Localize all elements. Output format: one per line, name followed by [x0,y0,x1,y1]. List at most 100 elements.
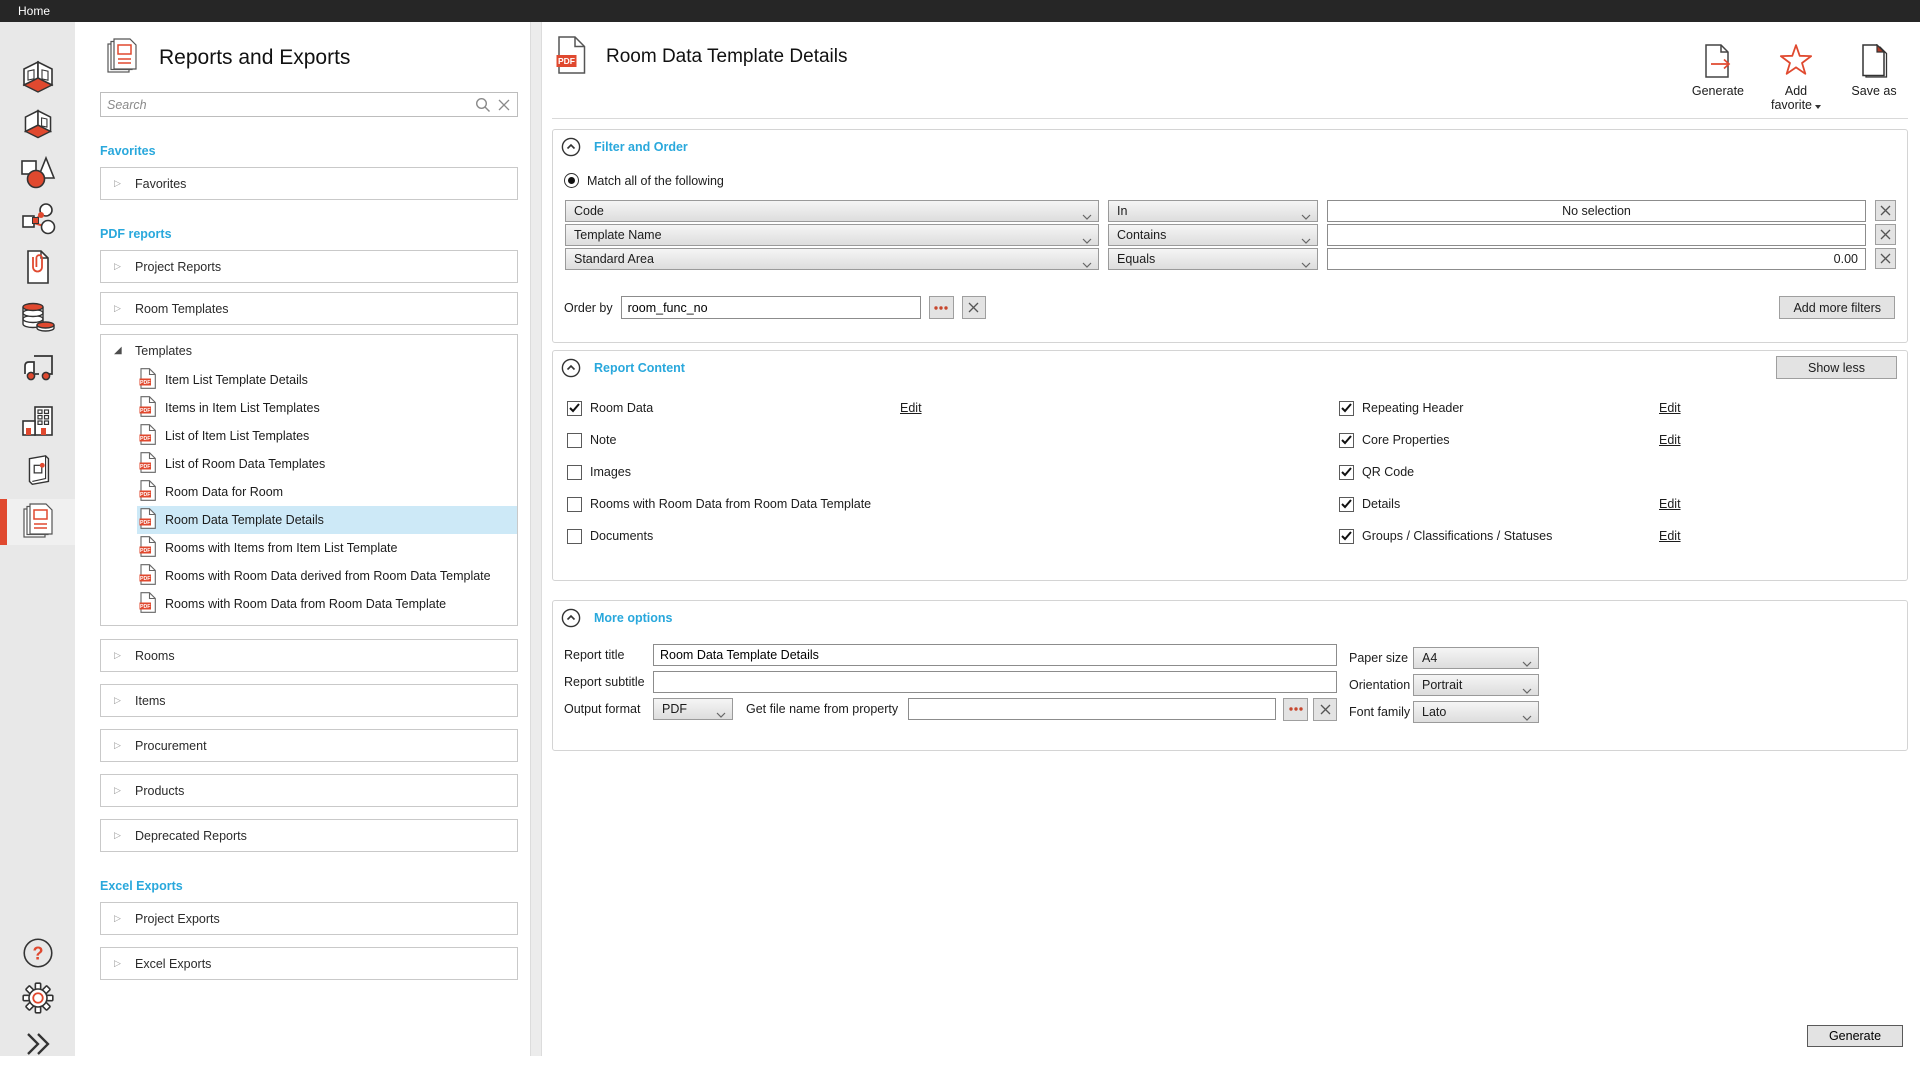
font-family-select[interactable]: Lato [1413,701,1539,723]
group-project-exports[interactable]: ▷ Project Exports [101,903,517,934]
checkbox[interactable] [567,433,582,448]
order-by-input[interactable] [621,296,921,319]
checkbox[interactable] [1339,529,1354,544]
filter-value-field[interactable]: 0.00 [1327,248,1866,270]
pdf-file-icon: PDF [139,564,156,588]
checkbox[interactable] [567,401,582,416]
sidebar-item-logistics[interactable] [0,347,75,393]
sidebar-splitter[interactable] [530,22,542,1056]
generate-toolbar-button[interactable]: Generate [1692,44,1744,113]
sidebar-item-classifications[interactable] [0,198,75,244]
chevron-down-icon [1082,209,1092,223]
filter-field-select[interactable]: Code [565,200,1099,222]
help-button[interactable]: ? [0,931,75,977]
group-products[interactable]: ▷ Products [101,775,517,806]
sidebar-item-rooms-3d[interactable] [0,57,75,103]
file-name-property-input[interactable] [908,698,1276,720]
group-rooms[interactable]: ▷ Rooms [101,640,517,671]
search-icon[interactable] [475,97,491,113]
checkbox[interactable] [1339,497,1354,512]
filter-operator-select[interactable]: Equals [1108,248,1318,270]
svg-text:PDF: PDF [140,492,150,498]
match-all-radio[interactable] [564,173,579,188]
remove-filter-button[interactable] [1875,200,1896,221]
checkbox[interactable] [567,529,582,544]
home-menu[interactable]: Home [18,4,50,18]
group-favorites[interactable]: ▷ Favorites [101,168,517,199]
show-less-button[interactable]: Show less [1776,356,1897,379]
filter-field-select[interactable]: Template Name [565,224,1099,246]
report-title-input[interactable] [653,644,1337,666]
save-as-button[interactable]: Save as [1848,44,1900,113]
generate-button[interactable]: Generate [1807,1025,1903,1047]
tree-item[interactable]: PDFList of Item List Templates [137,422,517,450]
filter-operator-select[interactable]: In [1108,200,1318,222]
sidebar-item-products[interactable] [0,151,75,197]
checkbox[interactable] [1339,465,1354,480]
orientation-select[interactable]: Portrait [1413,674,1539,696]
collapse-section-icon[interactable] [561,608,581,628]
left-icon-rail: ? [0,22,75,1056]
clear-search-icon[interactable] [497,98,511,112]
sidebar-item-room-design[interactable] [0,104,75,150]
tree-item[interactable]: PDFRooms with Room Data derived from Roo… [137,562,517,590]
report-subtitle-input[interactable] [653,671,1337,693]
tree-item[interactable]: PDFRooms with Room Data from Room Data T… [137,590,517,618]
shapes-icon [19,154,57,195]
edit-link[interactable]: Edit [1659,433,1681,447]
edit-link[interactable]: Edit [1659,401,1681,415]
clear-order-by-button[interactable] [962,296,986,319]
checkbox[interactable] [567,465,582,480]
group-room-templates[interactable]: ▷ Room Templates [101,293,517,324]
add-more-filters-button[interactable]: Add more filters [1779,296,1895,319]
browse-property-button[interactable] [1283,698,1308,721]
orientation-label: Orientation [1349,678,1413,692]
sidebar-item-attachments[interactable] [0,245,75,291]
svg-text:PDF: PDF [140,436,150,442]
browse-property-button[interactable] [929,296,954,319]
tree-item[interactable]: PDFList of Room Data Templates [137,450,517,478]
collapse-rail-button[interactable] [0,1022,75,1068]
filter-operator-select[interactable]: Contains [1108,224,1318,246]
sidebar-item-data[interactable] [0,295,75,341]
tree-item[interactable]: PDFRoom Data for Room [137,478,517,506]
add-favorite-button[interactable]: Addfavorite [1770,44,1822,113]
remove-filter-button[interactable] [1875,248,1896,269]
search-input[interactable] [107,98,469,112]
group-excel-exports[interactable]: ▷ Excel Exports [101,948,517,979]
group-project-reports[interactable]: ▷ Project Reports [101,251,517,282]
checkbox[interactable] [1339,433,1354,448]
report-title-heading: Room Data Template Details [606,46,847,68]
filter-field-select[interactable]: Standard Area [565,248,1099,270]
settings-button[interactable] [0,976,75,1022]
edit-link[interactable]: Edit [1659,529,1681,543]
tree-item-selected[interactable]: PDFRoom Data Template Details [137,506,517,534]
tree-item[interactable]: PDFItem List Template Details [137,366,517,394]
group-items[interactable]: ▷ Items [101,685,517,716]
report-header: PDF Room Data Template Details Generate … [552,22,1908,119]
group-templates[interactable]: ◢ Templates [101,335,517,366]
sidebar-item-company[interactable] [0,399,75,445]
sidebar-item-catalog[interactable] [0,449,75,495]
edit-link[interactable]: Edit [1659,497,1681,511]
remove-filter-button[interactable] [1875,224,1896,245]
collapsed-arrow-icon: ▷ [114,740,124,751]
collapse-section-icon[interactable] [561,358,581,378]
collapsed-arrow-icon: ▷ [114,261,124,272]
clear-property-button[interactable] [1313,698,1337,721]
collapse-section-icon[interactable] [561,137,581,157]
tree-item[interactable]: PDFRooms with Items from Item List Templ… [137,534,517,562]
tree-item[interactable]: PDFItems in Item List Templates [137,394,517,422]
filter-value-field[interactable] [1327,224,1866,246]
output-format-select[interactable]: PDF [653,698,733,720]
group-procurement[interactable]: ▷ Procurement [101,730,517,761]
paper-size-select[interactable]: A4 [1413,647,1539,669]
group-deprecated-reports[interactable]: ▷ Deprecated Reports [101,820,517,851]
sidebar-item-reports[interactable] [0,499,75,545]
checkbox[interactable] [1339,401,1354,416]
filter-value-field[interactable]: No selection [1327,200,1866,222]
chevron-down-icon [1522,710,1532,724]
edit-link[interactable]: Edit [900,401,922,415]
checkbox[interactable] [567,497,582,512]
section-label-favorites: Favorites [100,144,518,158]
